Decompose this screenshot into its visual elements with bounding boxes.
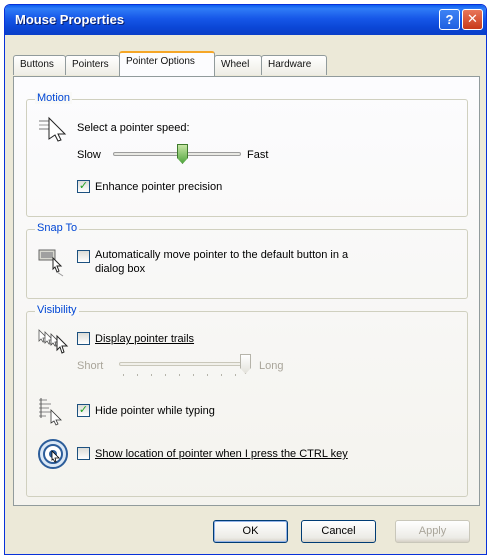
pointer-speed-icon <box>37 116 67 145</box>
show-location-icon <box>37 438 69 473</box>
pointer-speed-slider[interactable] <box>113 144 241 170</box>
enhance-precision-label: Enhance pointer precision <box>95 181 223 193</box>
snap-to-label-line2: dialog box <box>95 263 146 275</box>
speed-slow-label: Slow <box>77 149 101 161</box>
pointer-trails-label-text: Display pointer trails <box>95 333 195 345</box>
show-location-label: Show location of pointer when I press th… <box>95 448 348 460</box>
pointer-speed-prompt: Select a pointer speed: <box>77 122 190 134</box>
trail-long-label: Long <box>259 360 284 372</box>
speed-fast-label: Fast <box>247 149 269 161</box>
trail-short-label: Short <box>77 360 104 372</box>
help-icon: ? <box>445 12 454 27</box>
visibility-group-title: Visibility <box>35 304 79 316</box>
ok-button[interactable]: OK <box>213 520 288 543</box>
enhance-precision-checkbox[interactable]: ✓ <box>77 180 90 193</box>
pointer-trails-icon <box>37 326 69 359</box>
apply-button[interactable]: Apply <box>395 520 470 543</box>
checkmark-icon: ✓ <box>78 180 89 192</box>
tab-pointer-options[interactable]: Pointer Options <box>119 51 215 76</box>
close-button[interactable]: ✕ <box>462 9 483 30</box>
title-bar[interactable]: Mouse Properties ? ✕ <box>5 5 486 35</box>
snap-to-checkbox[interactable] <box>77 250 90 263</box>
help-button[interactable]: ? <box>439 9 460 30</box>
mouse-properties-window: Mouse Properties ? ✕ Buttons Pointers Po… <box>4 4 487 555</box>
snap-to-icon <box>37 244 67 281</box>
trail-length-slider[interactable] <box>119 354 251 380</box>
speed-slider-thumb[interactable] <box>177 144 188 164</box>
visibility-group: Visibility Display pointer trails Short <box>26 304 468 497</box>
window-title: Mouse Properties <box>15 12 125 27</box>
close-icon: ✕ <box>467 12 478 27</box>
pointer-trails-checkbox[interactable] <box>77 332 90 345</box>
show-location-checkbox[interactable] <box>77 447 90 460</box>
trail-slider-track <box>119 362 251 366</box>
trail-slider-thumb[interactable] <box>240 354 251 374</box>
snap-to-group: Snap To Automatically move pointer to th… <box>26 222 468 299</box>
tab-panel: Motion Select a pointer speed: Slow Fast… <box>13 76 480 506</box>
tab-wheel[interactable]: Wheel <box>214 55 262 75</box>
cancel-button[interactable]: Cancel <box>301 520 376 543</box>
motion-group: Motion Select a pointer speed: Slow Fast… <box>26 92 468 217</box>
trail-slider-ticks <box>123 374 247 376</box>
snap-to-group-title: Snap To <box>35 222 80 234</box>
tab-hardware[interactable]: Hardware <box>261 55 327 75</box>
hide-pointer-typing-checkbox[interactable]: ✓ <box>77 404 90 417</box>
motion-group-title: Motion <box>35 92 73 104</box>
pointer-trails-label: Display pointer trails <box>95 333 194 345</box>
show-location-label-text: Show location of pointer when I press th… <box>95 448 348 460</box>
snap-to-label-line1: Automatically move pointer to the defaul… <box>95 249 349 261</box>
hide-pointer-typing-label: Hide pointer while typing <box>95 405 215 417</box>
checkmark-icon: ✓ <box>78 404 89 416</box>
tab-buttons[interactable]: Buttons <box>13 55 66 75</box>
hide-pointer-typing-icon <box>37 396 67 429</box>
tab-pointers[interactable]: Pointers <box>65 55 120 75</box>
